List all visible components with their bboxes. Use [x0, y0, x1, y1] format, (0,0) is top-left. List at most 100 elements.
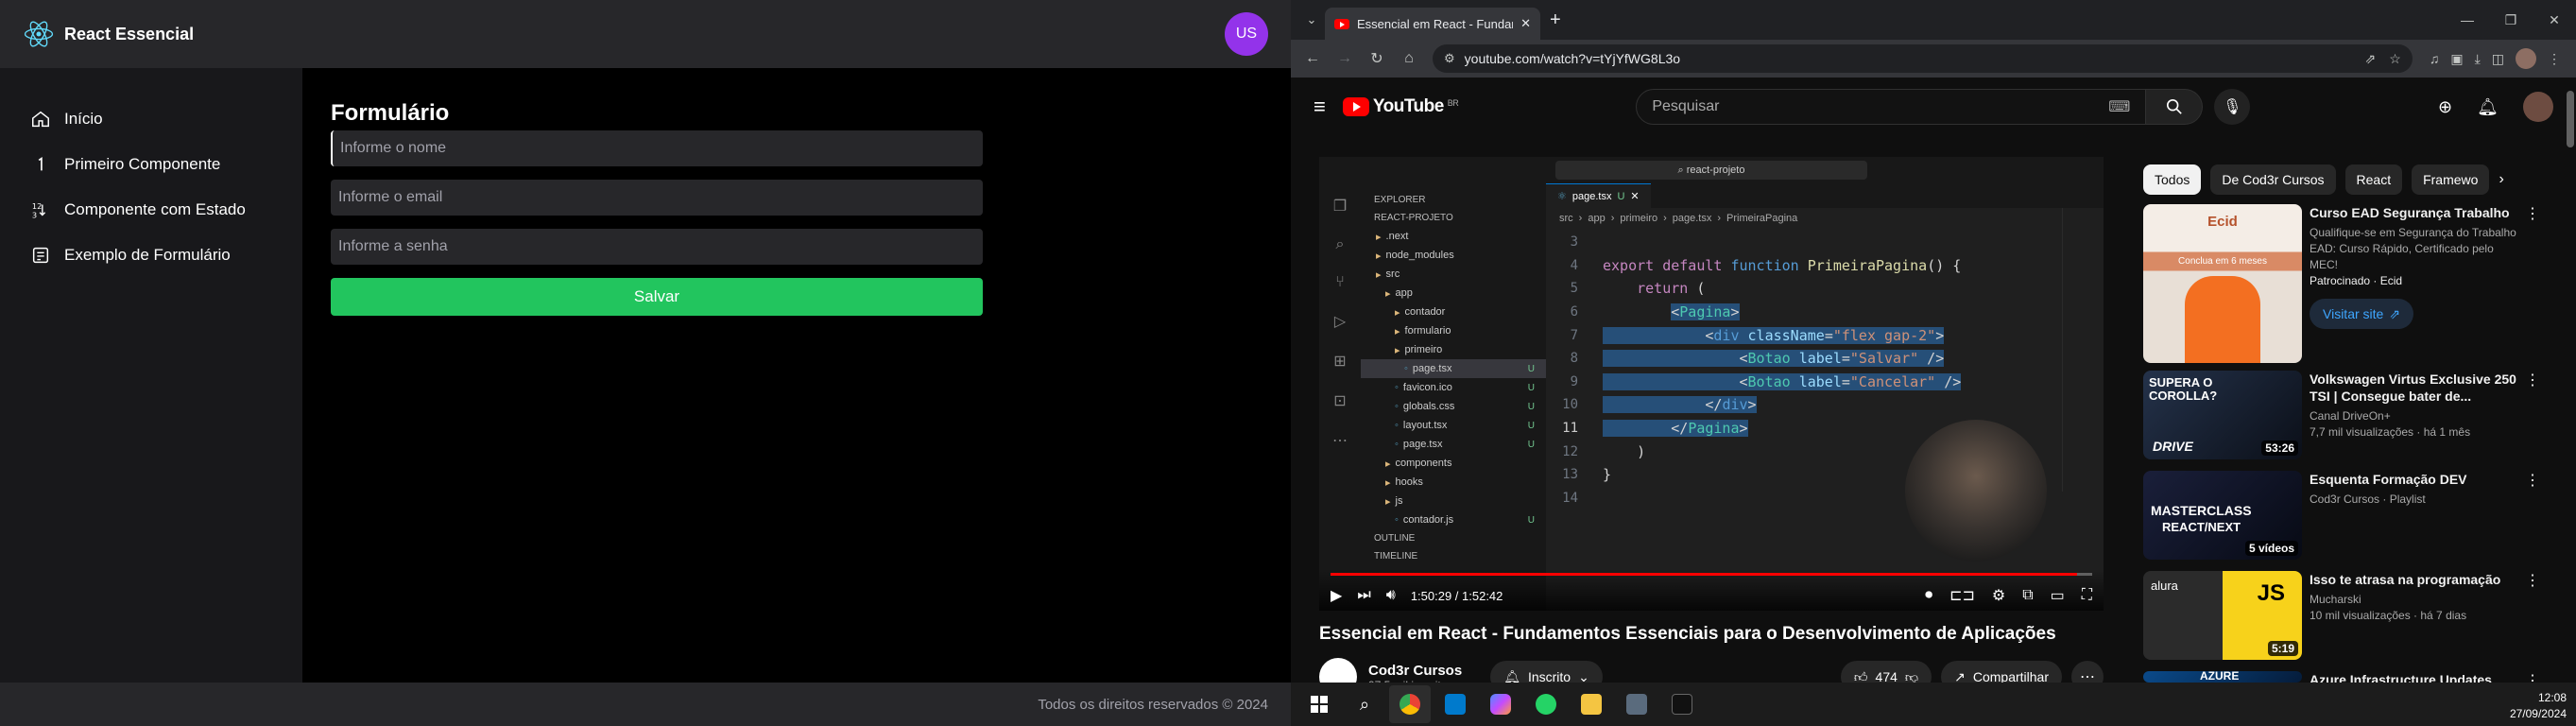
chip-frameworks[interactable]: Framewo — [2412, 164, 2490, 195]
menu-icon[interactable]: ≡ — [1314, 95, 1326, 119]
chip-de-cod3r[interactable]: De Cod3r Cursos — [2210, 164, 2336, 195]
extensions-icon[interactable]: ▣ — [2450, 51, 2463, 67]
theater-icon[interactable]: ▭ — [2051, 586, 2065, 605]
subtitles-icon[interactable]: ⊏⊐ — [1949, 586, 1975, 605]
number-one-icon — [38, 157, 43, 171]
sidebar-item-exemplo-formulario[interactable]: Exemplo de Formulário — [0, 233, 302, 278]
scrollbar-thumb[interactable] — [2567, 91, 2574, 147]
rec-channel[interactable]: Canal DriveOn+ — [2310, 408, 2517, 424]
calculator-icon[interactable] — [1616, 685, 1657, 723]
next-icon[interactable]: ⏭ — [1357, 587, 1370, 604]
side-panel-icon[interactable]: ◫ — [2492, 51, 2504, 67]
folder-icon: ▸ — [1385, 495, 1391, 508]
system-clock[interactable]: 12:08 27/09/2024 — [2510, 690, 2567, 722]
tree-item-status: U — [1527, 420, 1535, 431]
name-field[interactable] — [331, 130, 983, 166]
playlist-thumbnail[interactable]: MASTERCLASS REACT/NEXT 5 vídeos — [2143, 471, 2302, 560]
visit-site-button[interactable]: Visitar site ⇗ — [2310, 299, 2414, 329]
taskbar-search-icon[interactable]: ⌕ — [1344, 685, 1385, 723]
rec-title[interactable]: Isso te atrasa na programação — [2310, 571, 2517, 588]
editor-tab-close-icon: ✕ — [1630, 191, 1640, 202]
sidebar-item-inicio[interactable]: Início — [0, 96, 302, 142]
chrome-icon[interactable] — [1389, 685, 1431, 723]
email-field[interactable] — [331, 180, 983, 216]
rec-title[interactable]: Volkswagen Virtus Exclusive 250 TSI | Co… — [2310, 371, 2517, 405]
code-line: 9 <Botao label="Cancelar" /> — [1546, 371, 2104, 394]
search-button[interactable] — [2146, 89, 2204, 125]
progress-bar[interactable] — [1331, 573, 2092, 576]
url-text: youtube.com/watch?v=tYjYfWG8L3o — [1464, 51, 1681, 66]
close-window-icon[interactable]: ✕ — [2533, 0, 2576, 40]
chip-todos[interactable]: Todos — [2143, 164, 2202, 195]
line-number: 10 — [1562, 397, 1578, 413]
recommendation-item[interactable]: SUPERA O COROLLA? DRIVE 53:26 Volkswagen… — [2143, 371, 2540, 459]
recommendation-ad[interactable]: Ecid Conclua em 6 meses Curso EAD Segura… — [2143, 204, 2540, 363]
video-thumbnail[interactable]: AZURE — [2143, 671, 2302, 683]
sidebar-item-componente-estado[interactable]: 12 3 Componente com Estado — [0, 187, 302, 233]
open-in-app-icon[interactable]: ⇗ — [2365, 51, 2377, 67]
recommendation-item[interactable]: MASTERCLASS REACT/NEXT 5 vídeos Esquenta… — [2143, 471, 2540, 560]
miniplayer-icon[interactable]: ⧉ — [2022, 587, 2033, 604]
file-explorer-icon[interactable] — [1571, 685, 1612, 723]
brand[interactable]: React Essencial — [23, 18, 194, 50]
ad-thumbnail[interactable]: Ecid Conclua em 6 meses — [2143, 204, 2302, 363]
create-icon[interactable]: ⊕ — [2438, 97, 2452, 117]
video-player[interactable]: ⌕ react-projeto ❐ ⌕ ⑂ ▷ ⊞ ⊡ ⋯ EXPLORER R… — [1319, 157, 2104, 611]
rec-channel[interactable]: Mucharski — [2310, 592, 2517, 608]
start-icon[interactable] — [1298, 685, 1340, 723]
user-avatar[interactable]: US — [1225, 12, 1268, 56]
save-button[interactable]: Salvar — [331, 278, 983, 316]
play-icon[interactable]: ▶ — [1331, 586, 1342, 605]
terminal-icon[interactable] — [1661, 685, 1703, 723]
rec-menu-icon[interactable]: ⋮ — [2525, 571, 2540, 660]
rec-title[interactable]: Curso EAD Segurança Trabalho — [2310, 204, 2517, 221]
restore-icon[interactable]: ❐ — [2489, 0, 2533, 40]
password-field[interactable] — [331, 229, 983, 265]
tree-item: ▸ formulario — [1361, 321, 1546, 340]
bookmark-star-icon[interactable]: ☆ — [2389, 51, 2401, 67]
minimize-icon[interactable]: — — [2446, 0, 2489, 40]
progress-fill — [1331, 573, 2077, 576]
media-controls-icon[interactable]: ♫ — [2430, 51, 2440, 66]
autoplay-toggle[interactable]: ⏺ — [1925, 587, 1932, 604]
tab-youtube[interactable]: Essencial em React - Fundament ✕ — [1325, 8, 1540, 40]
downloads-icon[interactable]: ⤓ — [2475, 51, 2481, 67]
browser-menu-icon[interactable]: ⋮ — [2548, 51, 2561, 67]
rec-menu-icon[interactable]: ⋮ — [2525, 204, 2540, 363]
fullscreen-icon[interactable]: ⛶ — [2082, 587, 2092, 604]
notifications-icon[interactable]: 🔔︎ — [2477, 97, 2499, 117]
rec-title[interactable]: Esquenta Formação DEV — [2310, 471, 2517, 488]
youtube-logo[interactable]: YouTube BR — [1342, 96, 1459, 117]
channel-name[interactable]: Cod3r Cursos — [1368, 663, 1462, 679]
rec-channel[interactable]: Cod3r Cursos · Playlist — [2310, 492, 2517, 508]
back-icon[interactable]: ← — [1298, 44, 1327, 73]
profile-avatar[interactable] — [2516, 48, 2536, 69]
site-info-icon[interactable]: ⚙ — [1444, 51, 1455, 66]
rec-menu-icon[interactable]: ⋮ — [2525, 471, 2540, 560]
page-scrollbar[interactable] — [2565, 87, 2576, 683]
chip-react[interactable]: React — [2344, 164, 2403, 195]
keyboard-icon[interactable]: ⌨ — [2108, 97, 2130, 116]
chips-next-icon[interactable]: › — [2499, 171, 2503, 188]
reload-icon[interactable]: ↻ — [1363, 44, 1391, 73]
account-avatar[interactable] — [2523, 92, 2553, 122]
video-thumbnail[interactable]: SUPERA O COROLLA? DRIVE 53:26 — [2143, 371, 2302, 459]
vscode-icon[interactable] — [1434, 685, 1476, 723]
volume-icon[interactable]: 🔊︎ — [1386, 587, 1396, 604]
search-input[interactable]: Pesquisar ⌨ — [1636, 89, 2147, 125]
forward-icon[interactable]: → — [1331, 44, 1359, 73]
close-tab-icon[interactable]: ✕ — [1520, 16, 1531, 31]
new-tab-icon[interactable]: + — [1550, 9, 1561, 31]
rec-info: Volkswagen Virtus Exclusive 250 TSI | Co… — [2310, 371, 2517, 459]
recommendation-item[interactable]: alura JS 5:19 Isso te atrasa na programa… — [2143, 571, 2540, 660]
whatsapp-icon[interactable] — [1525, 685, 1567, 723]
rec-menu-icon[interactable]: ⋮ — [2525, 371, 2540, 459]
copilot-icon[interactable] — [1480, 685, 1521, 723]
tab-search-icon[interactable]: ⌄ — [1298, 7, 1325, 33]
address-bar[interactable]: ⚙ youtube.com/watch?v=tYjYfWG8L3o ⇗ ☆ — [1433, 44, 2413, 73]
settings-icon[interactable]: ⚙ — [1992, 586, 2005, 605]
voice-search-icon[interactable]: 🎙 — [2214, 89, 2251, 125]
home-browser-icon[interactable]: ⌂ — [1395, 44, 1423, 73]
sidebar-item-primeiro-componente[interactable]: Primeiro Componente — [0, 142, 302, 187]
video-thumbnail[interactable]: alura JS 5:19 — [2143, 571, 2302, 660]
